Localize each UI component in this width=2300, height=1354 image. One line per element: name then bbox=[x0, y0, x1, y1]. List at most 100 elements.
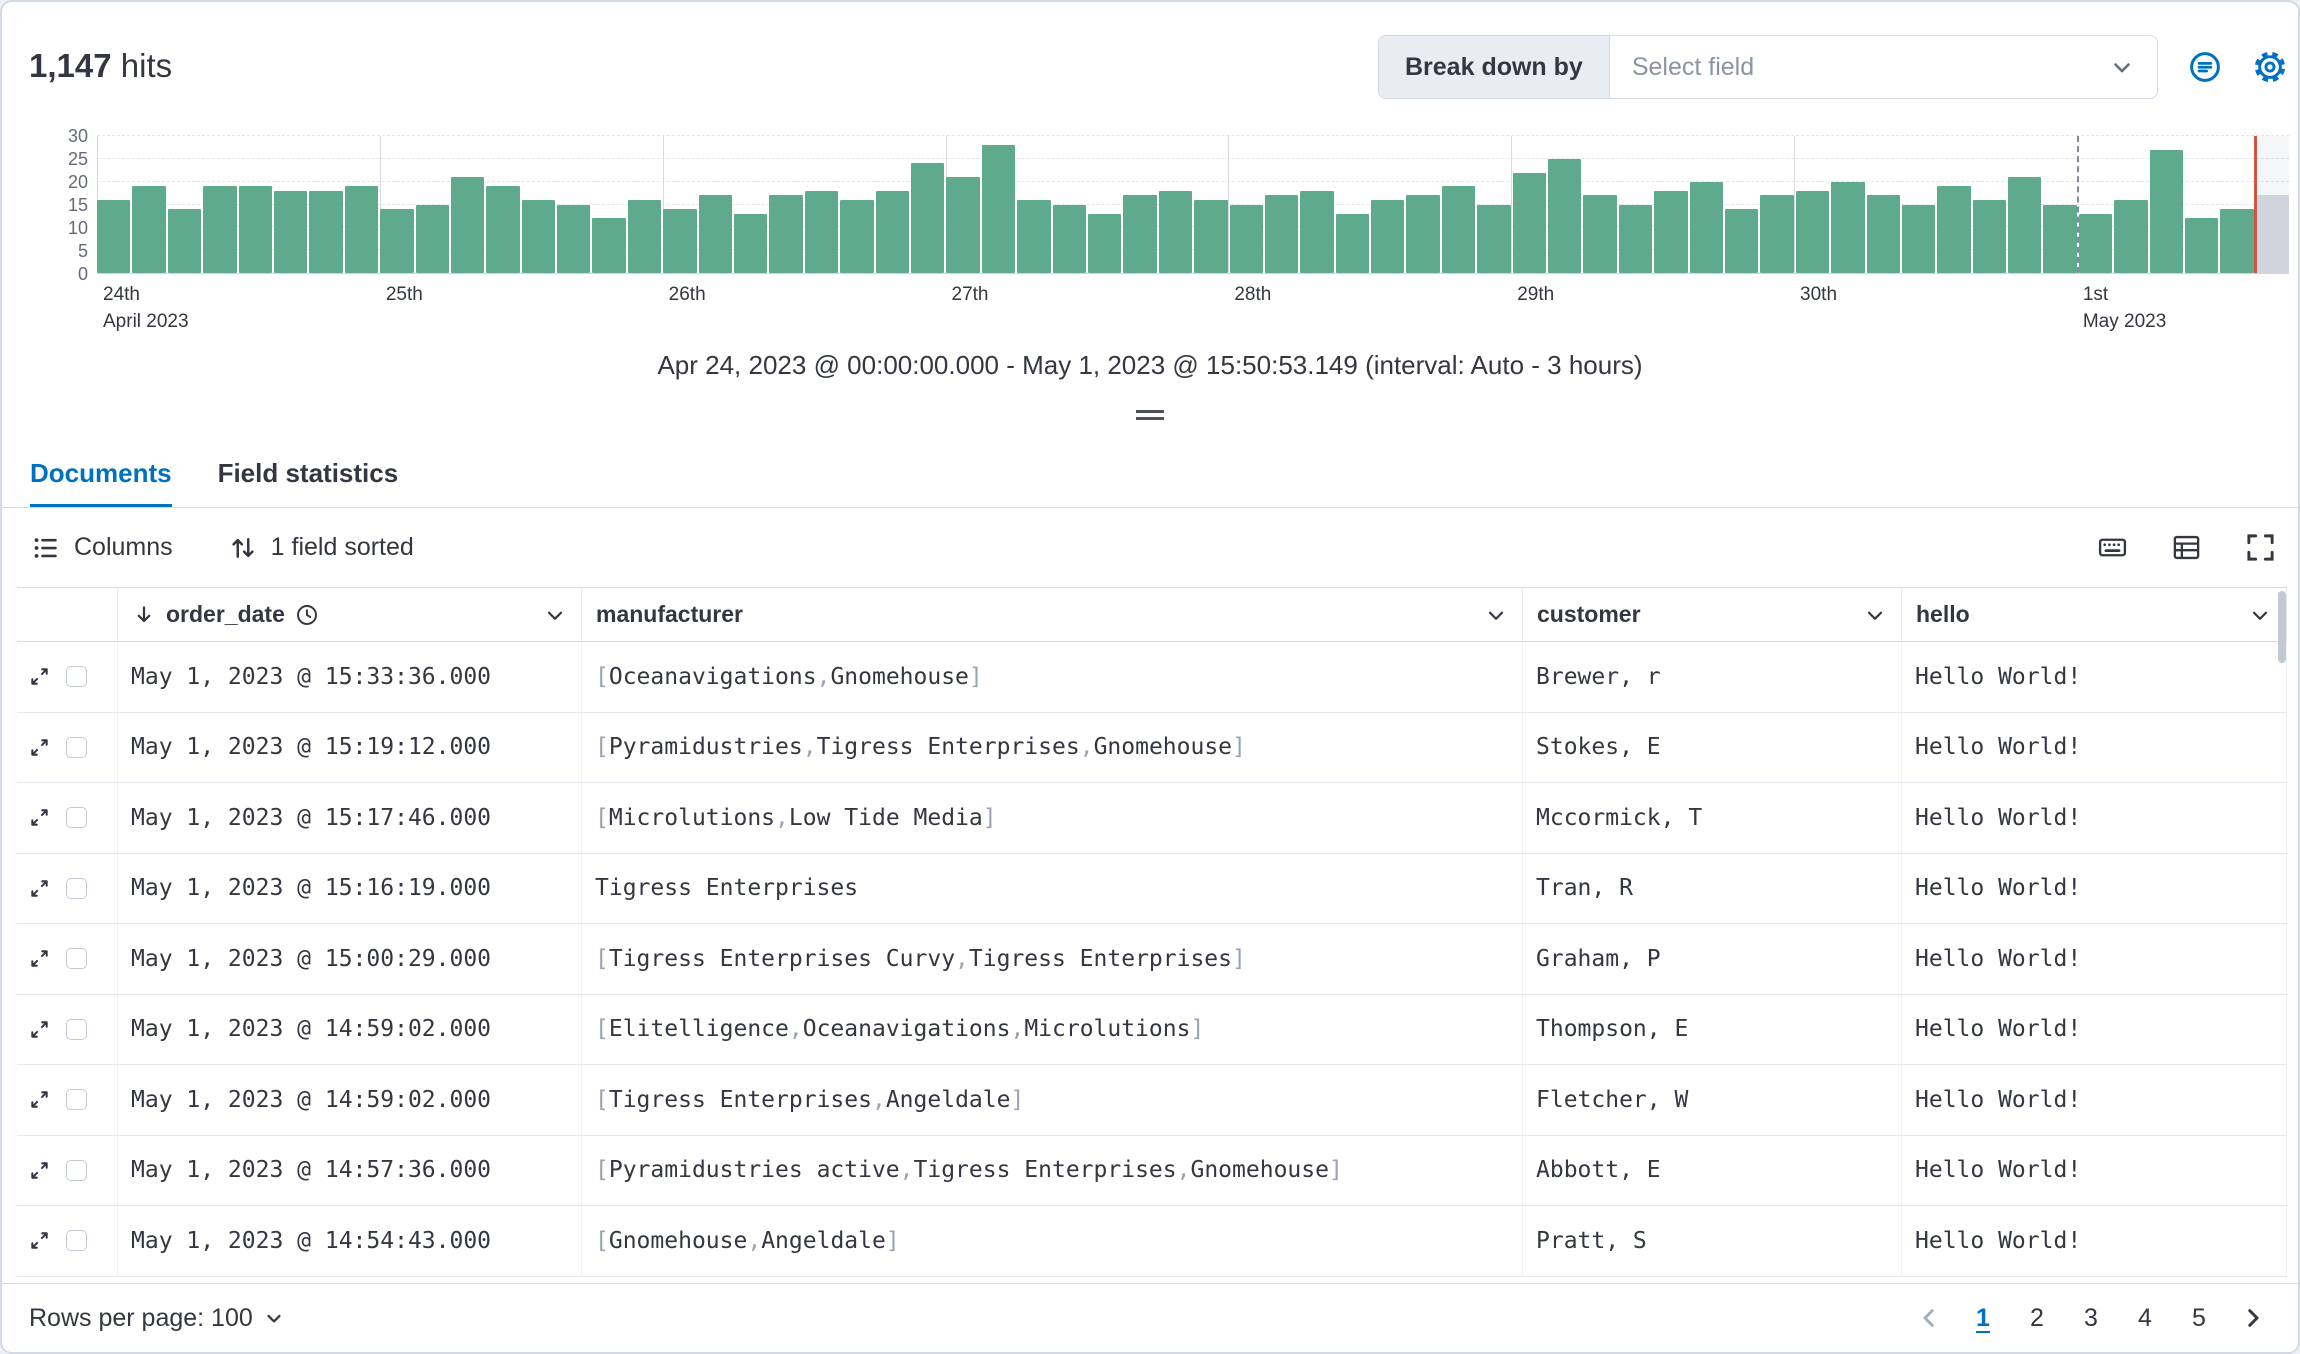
column-header-manufacturer[interactable]: manufacturer bbox=[582, 588, 1523, 641]
cell-hello: Hello World! bbox=[1902, 1135, 2287, 1205]
table-row: May 1, 2023 @ 14:59:02.000[Tigress Enter… bbox=[17, 1065, 2287, 1136]
arrow-down-icon bbox=[132, 603, 156, 627]
column-header-customer[interactable]: customer bbox=[1523, 588, 1902, 641]
select-document-checkbox[interactable] bbox=[66, 948, 87, 970]
cell-hello: Hello World! bbox=[1902, 642, 2287, 712]
row-controls bbox=[17, 1065, 118, 1135]
column-header-hello[interactable]: hello bbox=[1902, 588, 2287, 641]
select-document-checkbox[interactable] bbox=[66, 877, 87, 899]
row-controls bbox=[17, 712, 118, 782]
column-label: manufacturer bbox=[596, 601, 743, 627]
discover-panel: 1,147 hits Break down by Select field 0 5… bbox=[0, 0, 2300, 1354]
histogram-chart: 0 5 10 15 20 25 30 24th April 2023 25th 26th 27th 2… bbox=[2, 122, 2298, 334]
page-button-3[interactable]: 3 bbox=[2070, 1297, 2112, 1339]
expand-document-button[interactable] bbox=[28, 947, 51, 970]
select-document-checkbox[interactable] bbox=[66, 666, 87, 688]
row-controls bbox=[17, 924, 118, 994]
expand-document-button[interactable] bbox=[28, 806, 51, 829]
column-label: order_date bbox=[166, 601, 285, 627]
sorted-label: 1 field sorted bbox=[270, 533, 414, 561]
cell-customer: Thompson, E bbox=[1523, 994, 1902, 1064]
breakdown-field-value[interactable]: Select field bbox=[1610, 36, 2157, 98]
expand-document-icon bbox=[28, 1229, 51, 1252]
cell-manufacturer: [Microlutions, Low Tide Media] bbox=[582, 783, 1523, 853]
chart-options-button[interactable] bbox=[2181, 43, 2229, 91]
page-button-4[interactable]: 4 bbox=[2124, 1297, 2166, 1339]
cell-order-date: May 1, 2023 @ 14:59:02.000 bbox=[118, 994, 582, 1064]
table-row: May 1, 2023 @ 15:16:19.000 Tigress Enterp… bbox=[17, 853, 2287, 924]
row-controls bbox=[17, 853, 118, 923]
select-document-checkbox[interactable] bbox=[66, 1159, 87, 1181]
expand-document-button[interactable] bbox=[28, 877, 51, 900]
resize-grip-icon bbox=[1136, 410, 1164, 420]
tab-field-statistics[interactable]: Field statistics bbox=[218, 442, 399, 507]
expand-document-icon bbox=[28, 736, 51, 759]
cell-manufacturer: [Oceanavigations, Gnomehouse] bbox=[582, 642, 1523, 712]
select-document-checkbox[interactable] bbox=[66, 736, 87, 758]
select-document-checkbox[interactable] bbox=[66, 807, 87, 829]
sort-fields-icon bbox=[229, 534, 257, 562]
breakdown-label: Break down by bbox=[1379, 36, 1610, 98]
expand-document-icon bbox=[28, 665, 51, 688]
tab-documents[interactable]: Documents bbox=[30, 442, 172, 507]
y-axis-label: 25 bbox=[67, 149, 88, 169]
expand-document-button[interactable] bbox=[28, 1018, 51, 1041]
fullscreen-button[interactable] bbox=[2236, 524, 2284, 572]
cell-manufacturer: [Tigress Enterprises Curvy, Tigress Ente… bbox=[582, 924, 1523, 994]
page-button-2[interactable]: 2 bbox=[2016, 1297, 2058, 1339]
columns-label: Columns bbox=[74, 533, 173, 561]
cell-order-date: May 1, 2023 @ 14:54:43.000 bbox=[118, 1206, 582, 1276]
pagination: 12345 bbox=[1908, 1297, 2274, 1339]
y-axis-label: 10 bbox=[67, 218, 88, 238]
cell-order-date: May 1, 2023 @ 15:17:46.000 bbox=[118, 783, 582, 853]
cell-customer: Abbott, E bbox=[1523, 1135, 1902, 1205]
next-page-button[interactable] bbox=[2232, 1297, 2274, 1339]
cell-manufacturer: Tigress Enterprises bbox=[582, 853, 1523, 923]
column-header-order-date[interactable]: order_date bbox=[118, 588, 582, 641]
y-axis-label: 20 bbox=[67, 172, 88, 192]
expand-document-button[interactable] bbox=[28, 1088, 51, 1111]
previous-page-button[interactable] bbox=[1908, 1297, 1950, 1339]
vertical-scrollbar[interactable] bbox=[2278, 591, 2286, 663]
page-button-1[interactable]: 1 bbox=[1962, 1297, 2004, 1339]
chevron-down-icon[interactable] bbox=[543, 603, 567, 627]
columns-button[interactable]: Columns bbox=[32, 533, 173, 562]
panel-resize-handle[interactable] bbox=[2, 405, 2298, 425]
display-options-icon bbox=[2171, 532, 2202, 563]
keyboard-shortcuts-button[interactable] bbox=[2088, 524, 2136, 572]
table-row: May 1, 2023 @ 14:54:43.000[Gnomehouse, A… bbox=[17, 1206, 2287, 1277]
sort-fields-button[interactable]: 1 field sorted bbox=[229, 533, 414, 562]
display-options-button[interactable] bbox=[2162, 524, 2210, 572]
y-axis-label: 0 bbox=[77, 264, 88, 284]
cell-hello: Hello World! bbox=[1902, 853, 2287, 923]
table-row: May 1, 2023 @ 15:19:12.000[Pyramidustrie… bbox=[17, 712, 2287, 783]
breakdown-placeholder: Select field bbox=[1631, 52, 1755, 81]
histogram-plot[interactable] bbox=[97, 135, 2290, 274]
breakdown-field-select[interactable]: Break down by Select field bbox=[1378, 35, 2158, 99]
expand-document-icon bbox=[28, 1159, 51, 1182]
cell-hello: Hello World! bbox=[1902, 1206, 2287, 1276]
select-document-checkbox[interactable] bbox=[66, 1089, 87, 1111]
x-axis-label: 28th bbox=[1234, 284, 1272, 305]
rows-per-page-button[interactable]: Rows per page: 100 bbox=[29, 1304, 285, 1333]
table-row: May 1, 2023 @ 15:17:46.000[Microlutions,… bbox=[17, 783, 2287, 854]
chevron-down-icon[interactable] bbox=[1863, 603, 1887, 627]
table-row: May 1, 2023 @ 15:00:29.000[Tigress Enter… bbox=[17, 924, 2287, 995]
select-document-checkbox[interactable] bbox=[66, 1230, 87, 1252]
expand-document-icon bbox=[28, 1018, 51, 1041]
chevron-down-icon[interactable] bbox=[2248, 603, 2272, 627]
table-header-row: order_date manufacturer customer hello bbox=[17, 587, 2287, 642]
table-row: May 1, 2023 @ 14:57:36.000[Pyramidustrie… bbox=[17, 1135, 2287, 1206]
select-document-checkbox[interactable] bbox=[66, 1018, 87, 1040]
settings-button[interactable] bbox=[2246, 43, 2294, 91]
cell-customer: Tran, R bbox=[1523, 853, 1902, 923]
expand-document-button[interactable] bbox=[28, 1229, 51, 1252]
cell-customer: Graham, P bbox=[1523, 924, 1902, 994]
page-button-5[interactable]: 5 bbox=[2178, 1297, 2220, 1339]
expand-document-button[interactable] bbox=[28, 736, 51, 759]
x-axis-label: 24th April 2023 bbox=[103, 284, 189, 332]
expand-document-button[interactable] bbox=[28, 665, 51, 688]
expand-document-button[interactable] bbox=[28, 1159, 51, 1182]
chevron-down-icon[interactable] bbox=[1484, 603, 1508, 627]
cell-customer: Brewer, r bbox=[1523, 642, 1902, 712]
